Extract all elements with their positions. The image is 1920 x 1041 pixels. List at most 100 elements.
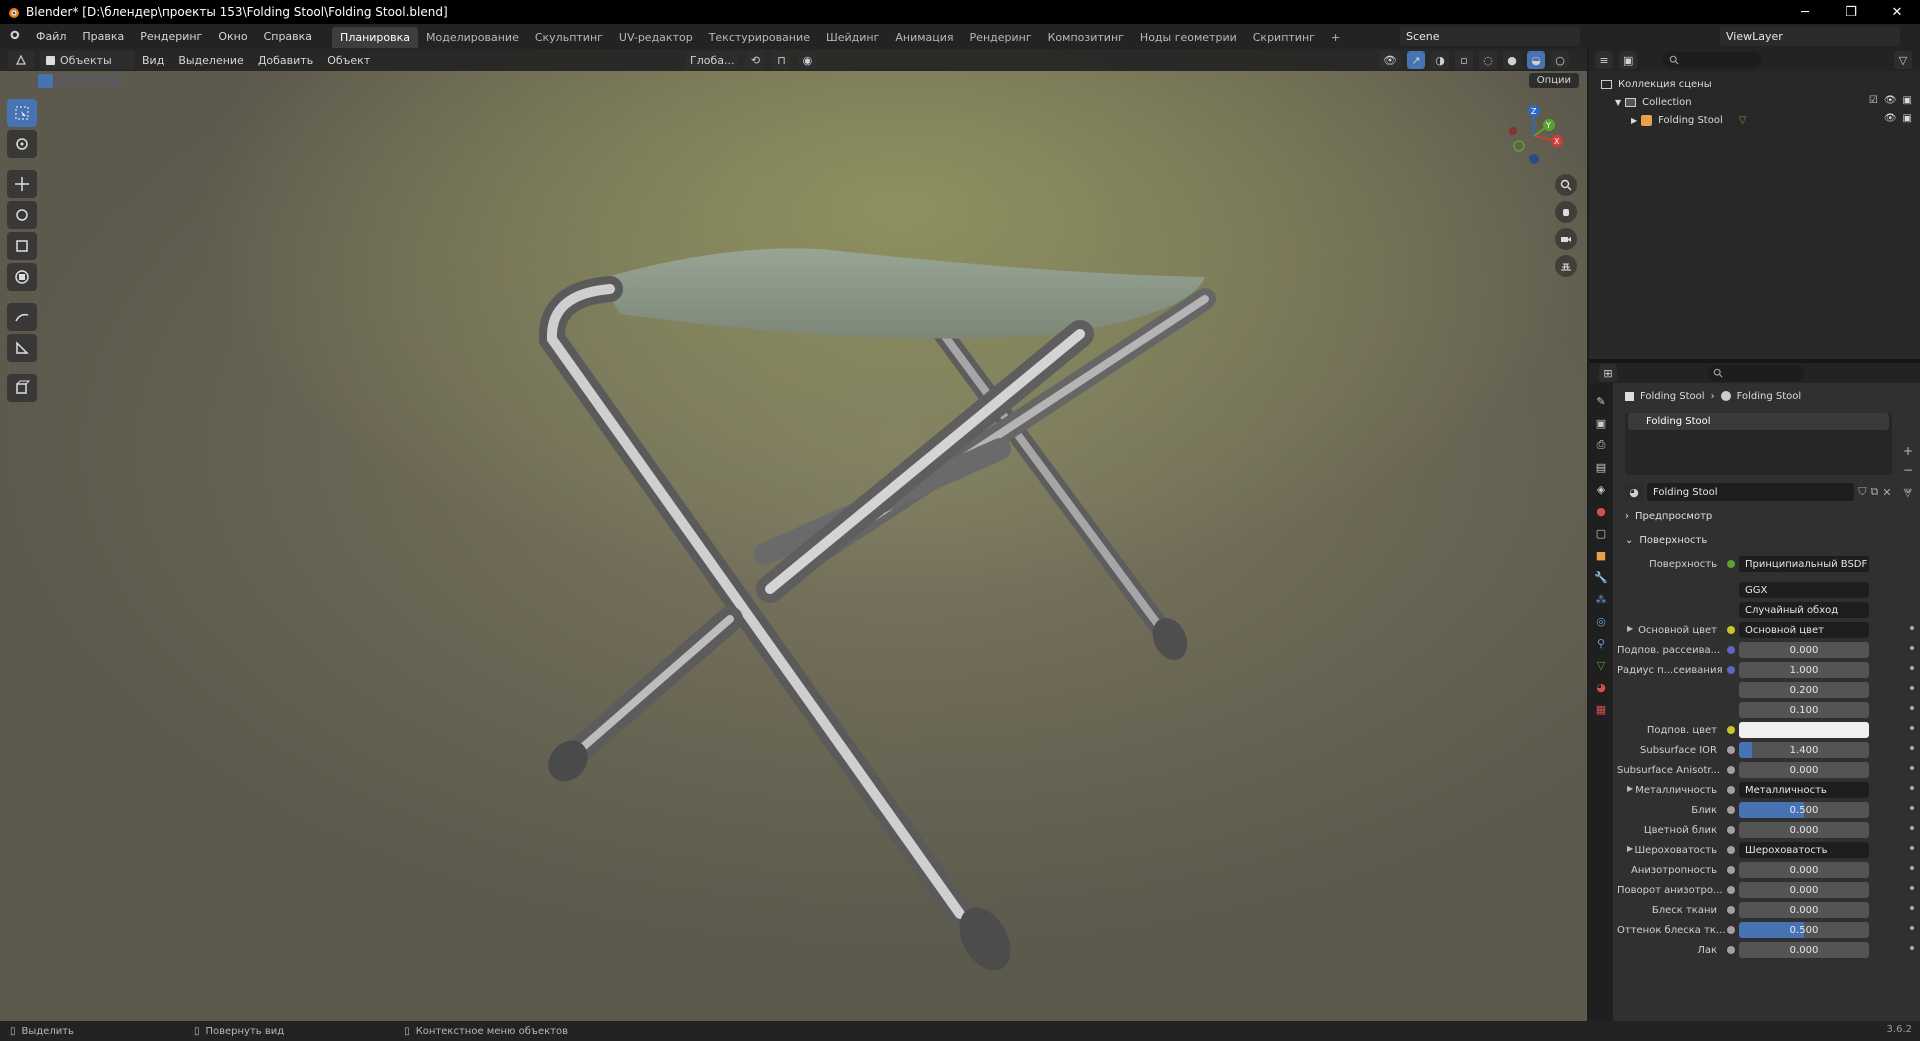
keyframe-dot-icon[interactable] [1910,846,1914,850]
bsdf-input-field[interactable]: 0.000 [1739,882,1869,898]
collection-tab-icon[interactable]: ▢ [1593,525,1609,541]
keyframe-dot-icon[interactable] [1910,946,1914,950]
material-tab-icon[interactable]: ◕ [1593,679,1609,695]
bsdf-input-field[interactable]: Металличность [1739,782,1869,798]
visibility-icon[interactable]: 👁 [1379,51,1401,69]
proportional-edit-icon[interactable]: ◉ [798,51,817,69]
cursor-tool-icon[interactable] [7,130,37,158]
keyframe-dot-icon[interactable] [1910,926,1914,930]
snap-icon[interactable]: ⊓ [772,51,791,69]
bsdf-input-field[interactable]: 0.100 [1739,702,1869,718]
tab-scripting[interactable]: Скриптинг [1245,27,1323,48]
tab-modeling[interactable]: Моделирование [418,27,527,48]
duplicate-material-icon[interactable]: ⧉ [1870,485,1878,499]
browse-material-icon[interactable]: ◕ [1625,483,1643,501]
physics-tab-icon[interactable]: ◎ [1593,613,1609,629]
scale-tool-icon[interactable] [7,232,37,260]
tab-geometry-nodes[interactable]: Ноды геометрии [1132,27,1245,48]
surface-panel-header[interactable]: ⌄ Поверхность [1617,529,1920,551]
expand-arrow-icon[interactable]: ▶ [1631,116,1637,125]
menu-render[interactable]: Рендеринг [132,24,210,49]
bsdf-input-field[interactable]: Основной цвет [1739,622,1869,638]
bsdf-input-field[interactable]: 0.200 [1739,682,1869,698]
keyframe-dot-icon[interactable] [1910,666,1914,670]
camera-view-icon[interactable] [1555,228,1577,250]
view-layer-tab-icon[interactable]: ▤ [1593,459,1609,475]
menu-object[interactable]: Объект [320,54,377,67]
menu-help[interactable]: Справка [256,24,320,49]
keyframe-dot-icon[interactable] [1910,806,1914,810]
keyframe-dot-icon[interactable] [1910,686,1914,690]
menu-window[interactable]: Окно [210,24,255,49]
modifier-tab-icon[interactable]: 🔧 [1593,569,1609,585]
rotate-tool-icon[interactable] [7,201,37,229]
zoom-icon[interactable] [1555,174,1577,196]
keyframe-dot-icon[interactable] [1910,706,1914,710]
unlink-material-icon[interactable]: ✕ [1882,486,1891,499]
slot-menu-chevron-icon[interactable]: ⌄ [1900,481,1916,497]
constraints-tab-icon[interactable]: ⚲ [1593,635,1609,651]
overlay-icon[interactable]: ◑ [1431,51,1449,69]
particles-tab-icon[interactable]: ⁂ [1593,591,1609,607]
select-intersect-icon[interactable] [106,74,121,88]
tab-animation[interactable]: Анимация [887,27,961,48]
add-workspace-button[interactable]: + [1323,27,1348,48]
properties-editor-type-icon[interactable]: ⊞ [1599,364,1617,382]
outliner-object-row[interactable]: ▶ Folding Stool ▽ 👁 ▣ [1589,111,1920,129]
select-subtract-icon[interactable] [72,74,87,88]
bsdf-input-field[interactable]: 0.000 [1739,762,1869,778]
wireframe-shading-icon[interactable]: ◌ [1479,51,1497,69]
tab-uv-editing[interactable]: UV-редактор [611,27,701,48]
bsdf-input-field[interactable]: 0.000 [1739,862,1869,878]
surface-shader-field[interactable]: Принципиальный BSDF [1739,556,1869,572]
keyframe-dot-icon[interactable] [1910,766,1914,770]
menu-file[interactable]: Файл [28,24,74,49]
transform-orientation-dropdown[interactable]: Глоба... [686,51,739,69]
checkbox-icon[interactable]: ☑ [1869,95,1878,106]
material-slot-list[interactable]: Folding Stool [1625,413,1892,475]
subsurface-method-dropdown[interactable]: Случайный обход [1739,602,1869,618]
tool-tab-icon[interactable]: ✎ [1593,393,1609,409]
tab-rendering[interactable]: Рендеринг [962,27,1040,48]
select-invert-icon[interactable] [89,74,104,88]
tab-layout[interactable]: Планировка [332,27,419,48]
solid-shading-icon[interactable]: ● [1503,51,1521,69]
bsdf-input-field[interactable]: 0.500 [1739,922,1869,938]
material-slot[interactable]: Folding Stool [1628,413,1889,430]
outliner-scene-collection[interactable]: Коллекция сцены [1589,75,1920,93]
bsdf-input-field[interactable]: 0.000 [1739,942,1869,958]
tab-texture-paint[interactable]: Текстурирование [701,27,818,48]
tab-compositing[interactable]: Композитинг [1040,27,1132,48]
gizmo-toggle-icon[interactable]: ↗ [1407,51,1425,69]
world-tab-icon[interactable]: ● [1593,503,1609,519]
object-tab-icon[interactable]: ■ [1593,547,1609,563]
scene-tab-icon[interactable]: ◈ [1593,481,1609,497]
bsdf-input-field[interactable]: 0.000 [1739,822,1869,838]
outliner-search-input[interactable] [1663,52,1762,68]
bsdf-input-field[interactable] [1739,722,1869,738]
measure-tool-icon[interactable] [7,334,37,362]
navigation-gizmo[interactable]: Z X Y [1499,101,1569,171]
expand-arrow-icon[interactable]: ▶ [1627,784,1633,793]
remove-slot-button[interactable]: − [1900,462,1916,478]
output-tab-icon[interactable]: ⎙ [1593,437,1609,453]
rendered-shading-icon[interactable]: ○ [1551,51,1569,69]
camera-icon[interactable]: ▣ [1903,113,1912,124]
collapse-arrow-icon[interactable]: ▼ [1615,98,1621,107]
view-layer-selector[interactable]: ViewLayer [1720,27,1900,46]
scene-selector[interactable]: Scene [1400,27,1580,46]
perspective-toggle-icon[interactable] [1555,255,1577,277]
xray-icon[interactable]: ▫ [1455,51,1473,69]
maximize-button[interactable]: ❐ [1828,0,1874,24]
data-tab-icon[interactable]: ▽ [1593,657,1609,673]
outliner-collection-row[interactable]: ▼ Collection ☑ 👁 ▣ [1589,93,1920,111]
menu-add[interactable]: Добавить [251,54,320,67]
display-mode-icon[interactable]: ▣ [1619,51,1638,69]
minimize-button[interactable]: ─ [1782,0,1828,24]
blender-menu-icon[interactable] [0,24,28,49]
tab-sculpting[interactable]: Скульптинг [527,27,611,48]
editor-type-icon[interactable] [8,51,34,69]
keyframe-dot-icon[interactable] [1910,746,1914,750]
keyframe-dot-icon[interactable] [1910,786,1914,790]
pivot-point-icon[interactable]: ⟲ [746,51,765,69]
